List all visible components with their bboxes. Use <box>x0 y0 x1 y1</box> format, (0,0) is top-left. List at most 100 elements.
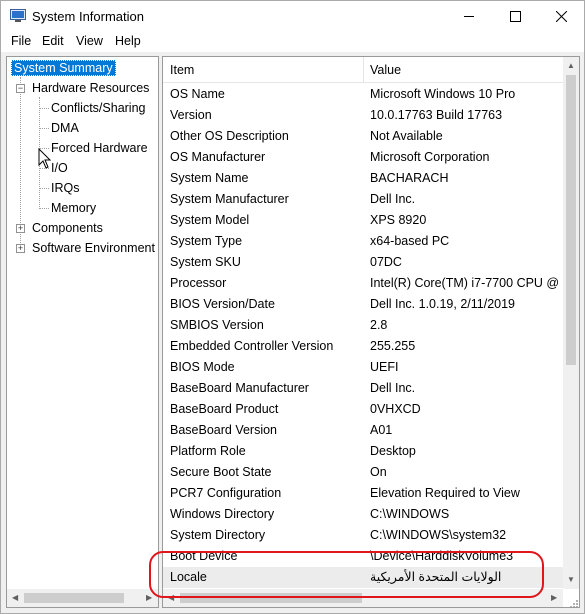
table-row[interactable]: Processor Intel(R) Core(TM) i7-7700 CPU @ <box>163 273 563 294</box>
column-divider[interactable] <box>363 57 364 83</box>
row-item-value: C:\WINDOWS <box>370 507 450 521</box>
row-item-value: Intel(R) Core(TM) i7-7700 CPU @ <box>370 276 560 290</box>
minimize-button[interactable] <box>446 1 492 32</box>
row-item-name: OS Manufacturer <box>170 150 266 164</box>
table-row[interactable]: System SKU 07DC <box>163 252 563 273</box>
table-row[interactable]: System Name BACHARACH <box>163 168 563 189</box>
row-item-name: BIOS Mode <box>170 360 235 374</box>
menu-help[interactable]: Help <box>113 34 143 48</box>
table-row[interactable]: OS Name Microsoft Windows 10 Pro <box>163 84 563 105</box>
row-item-value: Dell Inc. 1.0.19, 2/11/2019 <box>370 297 516 311</box>
row-item-name: Version <box>170 108 212 122</box>
title-bar[interactable]: System Information <box>1 1 584 32</box>
row-item-name: System Type <box>170 234 243 248</box>
table-row[interactable]: BaseBoard Product 0VHXCD <box>163 399 563 420</box>
row-item-name: SMBIOS Version <box>170 318 264 332</box>
row-item-value: BACHARACH <box>370 171 449 185</box>
tree-item-conflicts-sharing[interactable]: Conflicts/Sharing <box>51 99 146 118</box>
menu-file[interactable]: File <box>9 34 33 48</box>
menu-edit[interactable]: Edit <box>40 34 66 48</box>
resize-grip-icon[interactable] <box>567 597 579 609</box>
scroll-left-icon[interactable]: ◀ <box>12 593 18 602</box>
row-item-name: BaseBoard Version <box>170 423 278 437</box>
list-header: Item Value <box>163 57 563 83</box>
close-button[interactable] <box>538 1 584 32</box>
table-row[interactable]: System Model XPS 8920 <box>163 210 563 231</box>
table-row[interactable]: BIOS Version/Date Dell Inc. 1.0.19, 2/11/… <box>163 294 563 315</box>
table-row[interactable]: Embedded Controller Version 255.255 <box>163 336 563 357</box>
table-row[interactable]: System Type x64-based PC <box>163 231 563 252</box>
row-item-value: 0VHXCD <box>370 402 421 416</box>
table-row[interactable]: Version 10.0.17763 Build 17763 <box>163 105 563 126</box>
tree-item-hardware-resources[interactable]: Hardware Resources <box>32 79 149 98</box>
row-item-name: BIOS Version/Date <box>170 297 275 311</box>
minimize-icon <box>463 16 474 17</box>
row-item-value: C:\WINDOWS\system32 <box>370 528 507 542</box>
menu-view[interactable]: View <box>74 34 105 48</box>
vertical-scrollbar[interactable]: ▲ ▼ <box>563 57 579 589</box>
table-row[interactable]: Secure Boot State On <box>163 462 563 483</box>
row-item-value: Microsoft Corporation <box>370 150 490 164</box>
tree-item-components[interactable]: Components <box>32 219 103 238</box>
table-row[interactable]: SMBIOS Version 2.8 <box>163 315 563 336</box>
expand-software-icon[interactable]: + <box>16 244 25 253</box>
row-item-value: Dell Inc. <box>370 192 416 206</box>
row-item-name: BaseBoard Manufacturer <box>170 381 309 395</box>
row-item-name: System Name <box>170 171 249 185</box>
row-item-name: Platform Role <box>170 444 246 458</box>
row-item-name: OS Name <box>170 87 225 101</box>
row-item-value: 10.0.17763 Build 17763 <box>370 108 503 122</box>
scroll-up-icon[interactable]: ▲ <box>567 61 575 70</box>
tree-item-irqs[interactable]: IRQs <box>51 179 79 198</box>
row-item-name: BaseBoard Product <box>170 402 279 416</box>
expand-components-icon[interactable]: + <box>16 224 25 233</box>
table-row[interactable]: BaseBoard Version A01 <box>163 420 563 441</box>
details-list[interactable]: Item Value OS Name Microsoft Windows 10 P… <box>162 56 580 608</box>
tree-item-software-environment[interactable]: Software Environment <box>32 239 155 258</box>
tree-connector <box>39 188 49 189</box>
scroll-right-icon[interactable]: ▶ <box>551 593 557 602</box>
tree-item-forced-hardware[interactable]: Forced Hardware <box>51 139 148 158</box>
table-row[interactable]: Windows Directory C:\WINDOWS <box>163 504 563 525</box>
row-item-value: Elevation Required to View <box>370 486 520 500</box>
table-row[interactable]: BaseBoard Manufacturer Dell Inc. <box>163 378 563 399</box>
row-item-name: System Directory <box>170 528 266 542</box>
category-tree[interactable]: System Summary − Hardware Resources Conf… <box>6 56 159 608</box>
menu-bar: File Edit View Help <box>1 32 584 52</box>
window-title: System Information <box>32 9 144 24</box>
row-item-name: PCR7 Configuration <box>170 486 282 500</box>
tree-scroll-thumb[interactable] <box>24 593 124 603</box>
tree-horizontal-scrollbar[interactable]: ◀ ▶ <box>7 589 158 607</box>
tree-item-memory[interactable]: Memory <box>51 199 96 218</box>
table-row[interactable]: Platform Role Desktop <box>163 441 563 462</box>
table-row[interactable]: System Manufacturer Dell Inc. <box>163 189 563 210</box>
scroll-down-icon[interactable]: ▼ <box>567 575 575 584</box>
tree-item-io[interactable]: I/O <box>51 159 68 178</box>
tree-item-label: System Summary <box>11 60 116 76</box>
row-item-value: On <box>370 465 387 479</box>
row-item-value: UEFI <box>370 360 399 374</box>
row-item-value: Not Available <box>370 129 443 143</box>
row-item-value: A01 <box>370 423 393 437</box>
column-header-item[interactable]: Item <box>170 63 194 77</box>
tree-item-system-summary[interactable]: System Summary <box>11 59 116 78</box>
close-icon <box>555 11 567 22</box>
table-row[interactable]: System Directory C:\WINDOWS\system32 <box>163 525 563 546</box>
vertical-scroll-thumb[interactable] <box>566 75 576 365</box>
column-header-value[interactable]: Value <box>370 63 401 77</box>
table-row[interactable]: BIOS Mode UEFI <box>163 357 563 378</box>
maximize-button[interactable] <box>492 1 538 32</box>
table-row[interactable]: PCR7 Configuration Elevation Required to … <box>163 483 563 504</box>
row-item-value: 255.255 <box>370 339 416 353</box>
tree-connector <box>39 128 49 129</box>
table-row[interactable]: OS Manufacturer Microsoft Corporation <box>163 147 563 168</box>
collapse-hardware-icon[interactable]: − <box>16 84 25 93</box>
row-item-name: Windows Directory <box>170 507 275 521</box>
row-item-name: Secure Boot State <box>170 465 272 479</box>
row-item-value: 07DC <box>370 255 402 269</box>
system-information-window: System Information File Edit View Help S… <box>0 0 585 614</box>
table-row[interactable]: Other OS Description Not Available <box>163 126 563 147</box>
row-item-value: XPS 8920 <box>370 213 427 227</box>
scroll-right-icon[interactable]: ▶ <box>146 593 152 602</box>
tree-item-dma[interactable]: DMA <box>51 119 79 138</box>
